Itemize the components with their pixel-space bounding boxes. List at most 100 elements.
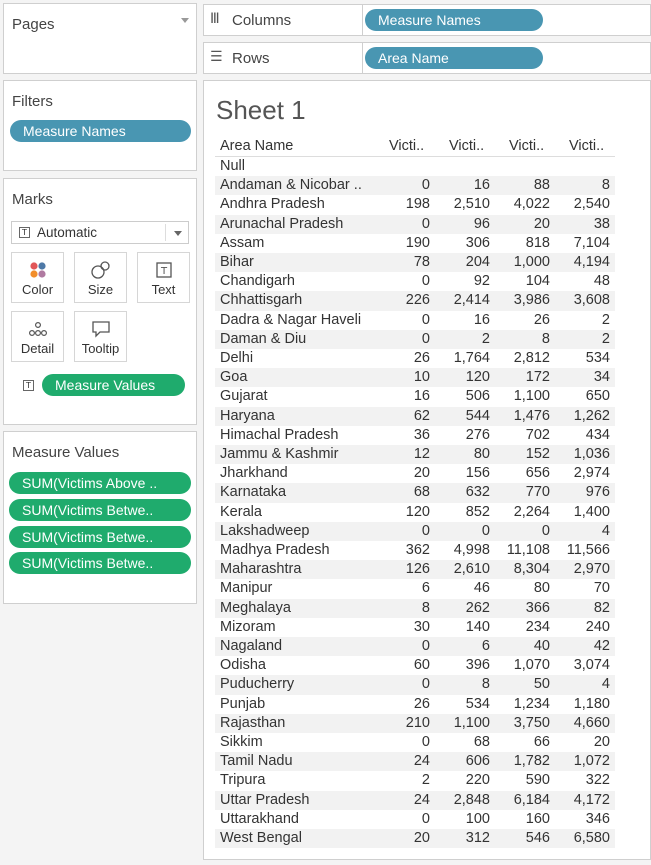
- table-row[interactable]: Jharkhand 20 156 656 2,974: [215, 464, 615, 483]
- value-cell: 6: [421, 580, 430, 597]
- table-row[interactable]: Delhi 26 1,764 2,812 534: [215, 349, 615, 368]
- table-row[interactable]: Lakshadweep 0 0 0 4: [215, 521, 615, 541]
- value-cell: 160: [525, 810, 550, 827]
- table-row[interactable]: Manipur 6 46 80 70: [215, 579, 615, 598]
- table-row[interactable]: Goa 10 120 172 34: [215, 368, 615, 388]
- table-row[interactable]: Odisha 60 396 1,070 3,074: [215, 656, 615, 675]
- column-header-measure[interactable]: Victi..: [449, 138, 484, 154]
- value-cell: 650: [585, 388, 610, 405]
- text-button[interactable]: T Text: [137, 252, 190, 303]
- table-row[interactable]: Chhattisgarh 226 2,414 3,986 3,608: [215, 291, 615, 311]
- table-row[interactable]: Gujarat 16 506 1,100 650: [215, 387, 615, 406]
- table-row[interactable]: Bihar 78 204 1,000 4,194: [215, 253, 615, 273]
- value-cell: 1,100: [453, 714, 490, 731]
- area-name-cell: Arunachal Pradesh: [220, 215, 344, 232]
- table-row[interactable]: Null: [215, 157, 615, 176]
- area-name-cell: Jharkhand: [220, 465, 288, 482]
- value-cell: 2: [601, 311, 610, 328]
- value-cell: 172: [525, 369, 550, 386]
- table-row[interactable]: Dadra & Nagar Haveli 0 16 26 2: [215, 311, 615, 330]
- value-cell: 7,104: [573, 234, 610, 251]
- column-header-measure[interactable]: Victi..: [389, 138, 424, 154]
- table-row[interactable]: Daman & Diu 0 2 8 2: [215, 329, 615, 349]
- table-row[interactable]: Tripura 2 220 590 322: [215, 771, 615, 790]
- table-row[interactable]: Punjab 26 534 1,234 1,180: [215, 695, 615, 714]
- value-cell: 80: [473, 446, 490, 462]
- value-cell: 2: [481, 330, 490, 347]
- column-header-measure[interactable]: Victi..: [569, 138, 604, 154]
- value-cell: 198: [405, 196, 430, 213]
- area-name-cell: Andhra Pradesh: [220, 196, 325, 213]
- value-cell: 82: [593, 599, 610, 616]
- value-cell: 2,812: [513, 350, 550, 366]
- measure-value-pill[interactable]: SUM(Victims Betwe..: [9, 526, 191, 548]
- table-row[interactable]: Mizoram 30 140 234 240: [215, 618, 615, 637]
- value-cell: 770: [525, 484, 550, 501]
- table-row[interactable]: Andaman & Nicobar .. 0 16 88 8: [215, 176, 615, 196]
- measure-value-pill[interactable]: SUM(Victims Above ..: [9, 472, 191, 494]
- size-button[interactable]: Size: [74, 252, 127, 303]
- value-cell: 4: [601, 522, 610, 539]
- value-cell: 1,072: [573, 753, 610, 770]
- table-row[interactable]: Nagaland 0 6 40 42: [215, 637, 615, 657]
- table-row[interactable]: Puducherry 0 8 50 4: [215, 675, 615, 695]
- value-cell: 8: [541, 330, 550, 347]
- pages-dropdown-icon[interactable]: [181, 18, 189, 23]
- value-cell: 1,180: [573, 695, 610, 712]
- rows-pill-area-name[interactable]: Area Name: [365, 47, 543, 69]
- mark-type-label: Automatic: [37, 225, 98, 240]
- filter-pill-measure-names[interactable]: Measure Names: [10, 120, 191, 142]
- table-row[interactable]: Jammu & Kashmir 12 80 152 1,036: [215, 445, 615, 465]
- table-row[interactable]: Assam 190 306 818 7,104: [215, 234, 615, 253]
- columns-drop-area[interactable]: Measure Names: [362, 4, 651, 36]
- value-cell: 20: [533, 215, 550, 232]
- table-row[interactable]: Himachal Pradesh 36 276 702 434: [215, 426, 615, 445]
- columns-pill-measure-names[interactable]: Measure Names: [365, 9, 543, 31]
- table-row[interactable]: Meghalaya 8 262 366 82: [215, 598, 615, 618]
- rows-icon: ☰: [210, 49, 223, 65]
- value-cell: 1,070: [513, 657, 550, 674]
- value-cell: 702: [525, 426, 550, 443]
- table-row[interactable]: Haryana 62 544 1,476 1,262: [215, 406, 615, 426]
- value-cell: 96: [473, 215, 490, 232]
- area-name-cell: Uttar Pradesh: [220, 791, 310, 808]
- area-name-cell: Null: [220, 158, 245, 174]
- marks-pill-measure-values[interactable]: Measure Values: [42, 374, 185, 396]
- table-row[interactable]: Arunachal Pradesh 0 96 20 38: [215, 214, 615, 234]
- table-row[interactable]: Uttar Pradesh 24 2,848 6,184 4,172: [215, 790, 615, 810]
- measure-value-pill[interactable]: SUM(Victims Betwe..: [9, 499, 191, 521]
- table-row[interactable]: West Bengal 20 312 546 6,580: [215, 829, 615, 849]
- table-row[interactable]: Uttarakhand 0 100 160 346: [215, 810, 615, 829]
- table-row[interactable]: Sikkim 0 68 66 20: [215, 733, 615, 752]
- value-cell: 2,848: [453, 791, 490, 808]
- area-name-cell: Dadra & Nagar Haveli: [220, 311, 362, 328]
- text-label: Text: [151, 282, 176, 297]
- table-row[interactable]: Chandigarh 0 92 104 48: [215, 272, 615, 291]
- column-header-area-name[interactable]: Area Name: [220, 138, 293, 154]
- value-cell: 20: [413, 830, 430, 846]
- table-row[interactable]: Kerala 120 852 2,264 1,400: [215, 503, 615, 522]
- value-cell: 434: [585, 426, 610, 443]
- table-row[interactable]: Andhra Pradesh 198 2,510 4,022 2,540: [215, 195, 615, 214]
- rows-drop-area[interactable]: Area Name: [362, 42, 651, 74]
- measure-value-pill[interactable]: SUM(Victims Betwe..: [9, 552, 191, 574]
- value-cell: 240: [585, 618, 610, 635]
- column-header-measure[interactable]: Victi..: [509, 138, 544, 154]
- color-button[interactable]: Color: [11, 252, 64, 303]
- value-cell: 544: [465, 407, 490, 424]
- value-cell: 2,414: [453, 292, 490, 309]
- table-row[interactable]: Rajasthan 210 1,100 3,750 4,660: [215, 713, 615, 733]
- table-row[interactable]: Karnataka 68 632 770 976: [215, 483, 615, 503]
- detail-button[interactable]: Detail: [11, 311, 64, 362]
- value-cell: 606: [465, 753, 490, 770]
- value-cell: 632: [465, 484, 490, 501]
- table-row[interactable]: Maharashtra 126 2,610 8,304 2,970: [215, 560, 615, 580]
- area-name-cell: Madhya Pradesh: [220, 542, 330, 558]
- table-row[interactable]: Madhya Pradesh 362 4,998 11,108 11,566: [215, 541, 615, 560]
- mark-type-dropdown[interactable]: T Automatic: [11, 221, 189, 244]
- table-row[interactable]: Tamil Nadu 24 606 1,782 1,072: [215, 752, 615, 772]
- tooltip-button[interactable]: Tooltip: [74, 311, 127, 362]
- value-cell: 0: [481, 522, 490, 539]
- value-cell: 100: [465, 810, 490, 827]
- value-cell: 0: [541, 522, 550, 539]
